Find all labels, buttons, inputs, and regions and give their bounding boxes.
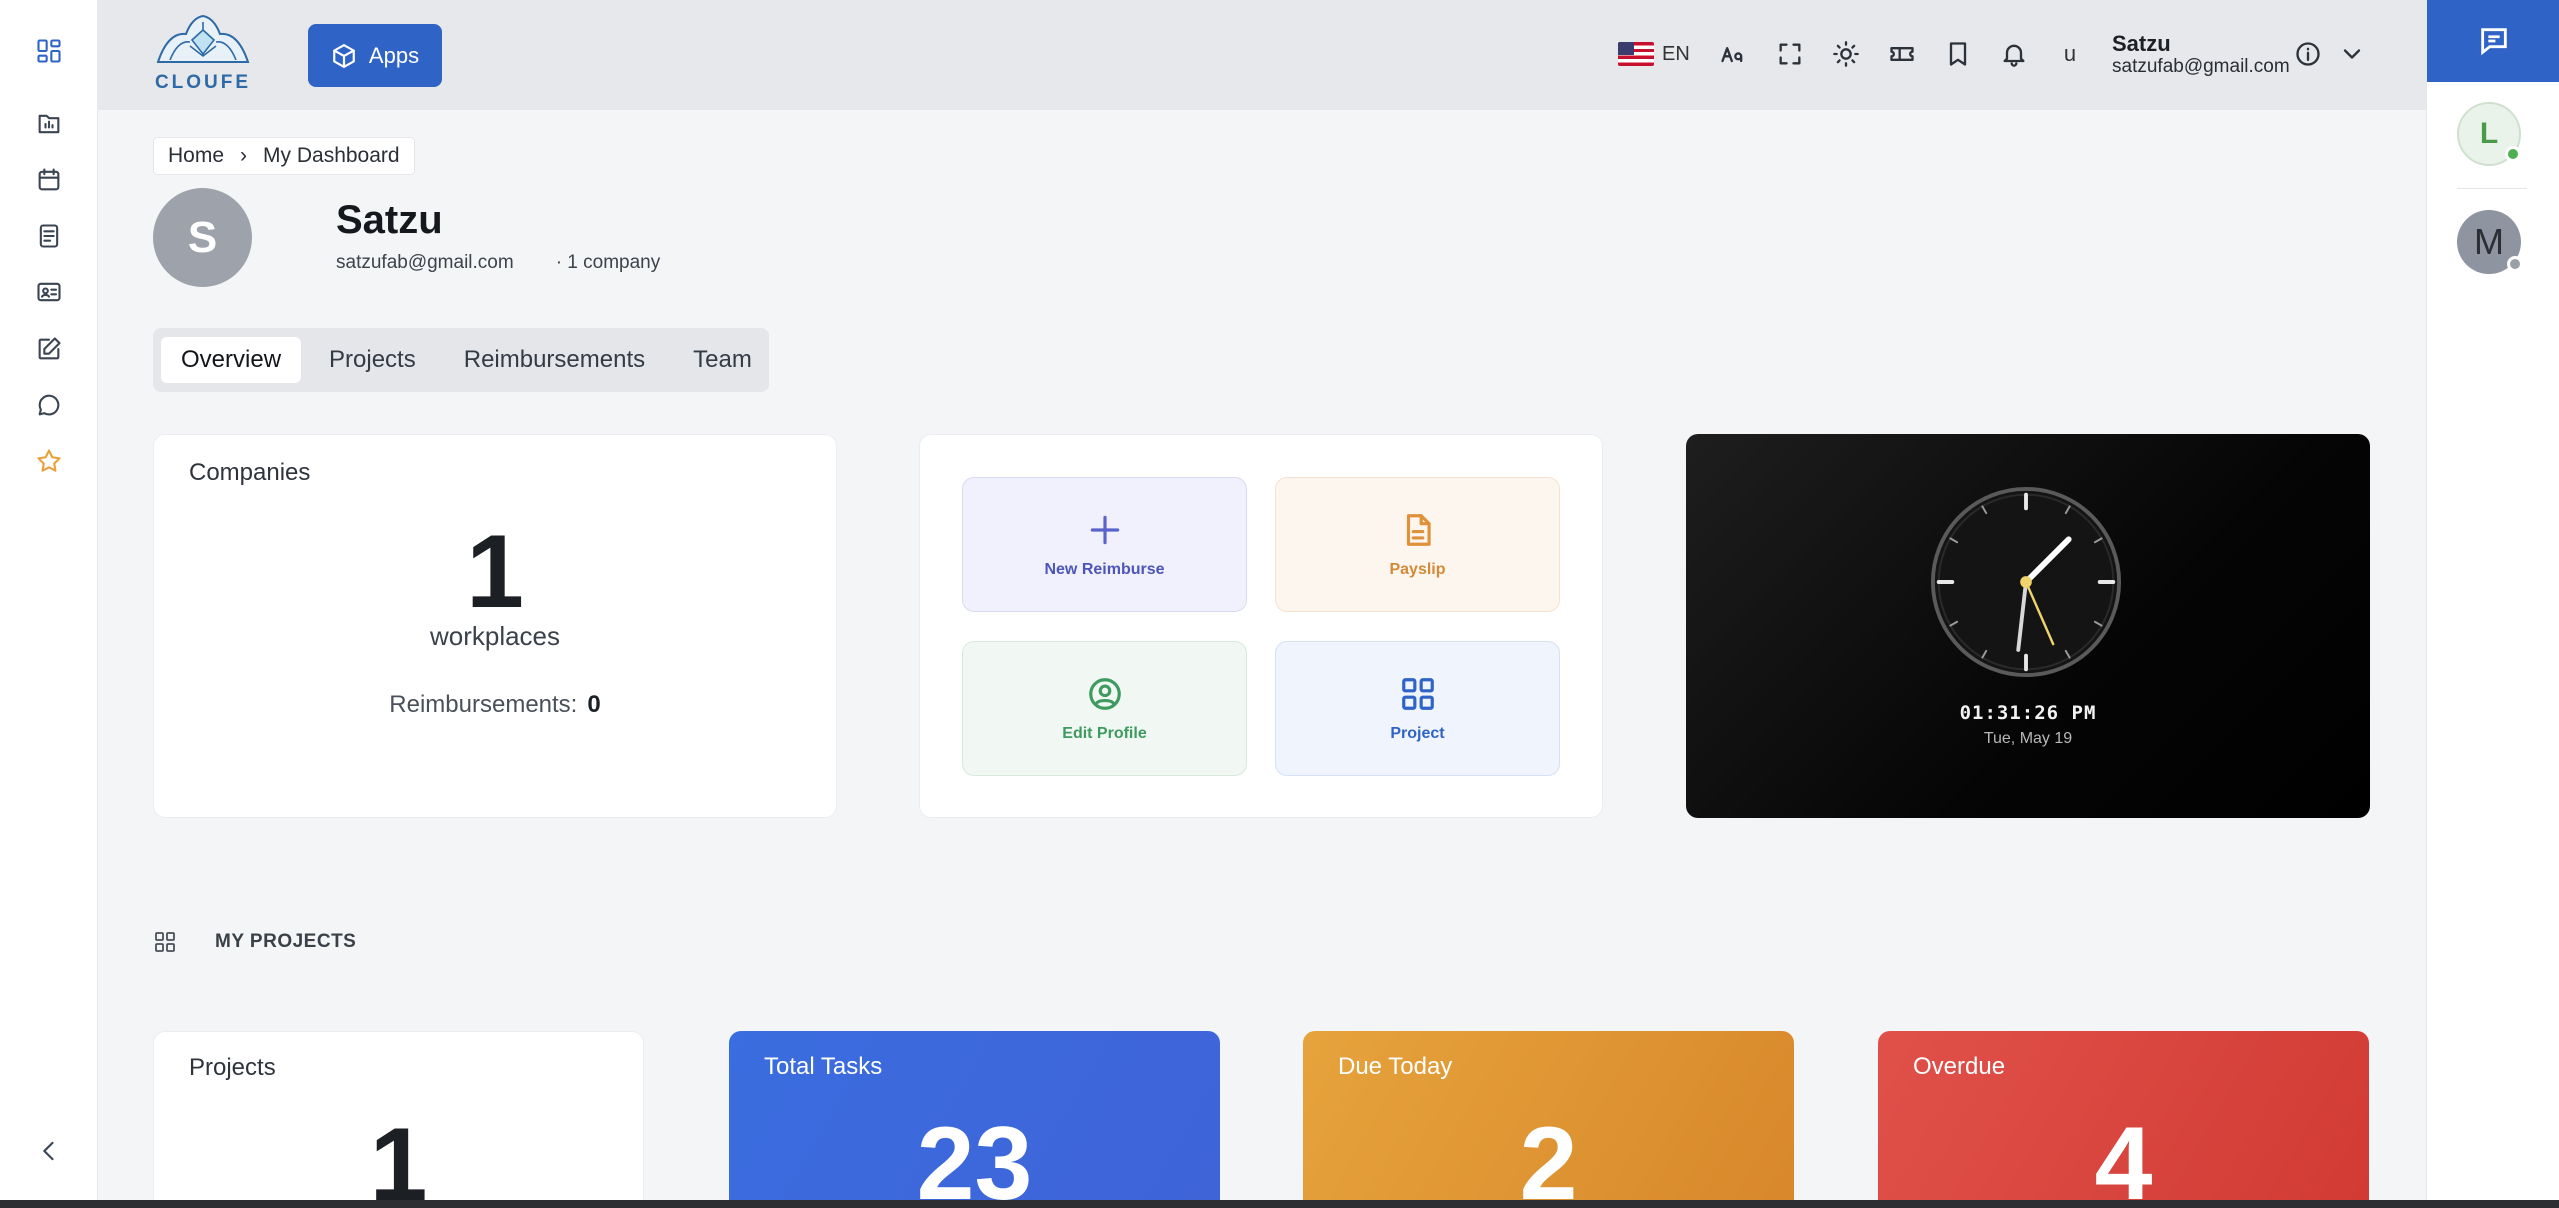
new-reimburse-label: New Reimburse — [1044, 560, 1165, 578]
profile-tabs: Overview Projects Reimbursements Team — [153, 328, 769, 392]
total-tasks-label: Total Tasks — [764, 1053, 883, 1080]
overdue-stat-card[interactable]: Overdue 4 — [1878, 1031, 2369, 1208]
profile-meta: satzufab@gmail.com · 1 company — [336, 252, 660, 274]
ticket-icon[interactable] — [1882, 34, 1922, 74]
due-today-value: 2 — [1519, 1106, 1578, 1208]
profile-email: satzufab@gmail.com — [336, 252, 514, 273]
clock-time: 01:31:26 PM — [1959, 702, 2097, 724]
tab-overview[interactable]: Overview — [161, 337, 302, 383]
grid-icon — [155, 932, 175, 952]
breadcrumb: Home › My Dashboard — [153, 137, 415, 175]
edit-profile-button[interactable]: Edit Profile — [962, 641, 1247, 776]
edit-icon[interactable] — [30, 330, 68, 368]
plus-icon — [1090, 515, 1119, 544]
messages-button[interactable] — [2427, 0, 2559, 82]
reimbursements-label: Reimbursements: — [389, 691, 578, 718]
online-status-dot — [2505, 146, 2521, 162]
project-button[interactable]: Project — [1275, 641, 1560, 776]
due-today-stat-card[interactable]: Due Today 2 — [1303, 1031, 1794, 1208]
reimbursements-value: 0 — [587, 691, 601, 718]
profile-company-count: · 1 company — [555, 252, 661, 273]
tab-team[interactable]: Team — [673, 337, 772, 383]
user-email: satzufab@gmail.com — [2112, 56, 2290, 77]
quick-actions-card: New Reimburse Payslip Edit Profile Proje… — [919, 434, 1603, 818]
document-icon[interactable] — [30, 217, 68, 255]
clock-card: 01:31:26 PM Tue, May 19 — [1686, 434, 2370, 818]
projects-stat-value: 1 — [369, 1107, 428, 1208]
user-initial[interactable]: u — [2058, 34, 2082, 74]
chevron-down-icon[interactable] — [2334, 34, 2370, 74]
payslip-button[interactable]: Payslip — [1275, 477, 1560, 612]
user-name: Satzu — [2112, 31, 2171, 56]
bell-icon[interactable] — [1994, 34, 2034, 74]
clock-date: Tue, May 19 — [1983, 730, 2073, 747]
language-selector[interactable]: EN — [1618, 34, 1690, 74]
apps-button[interactable]: Apps — [308, 24, 442, 87]
companies-title: Companies — [189, 459, 311, 486]
offline-status-dot — [2507, 256, 2523, 272]
total-tasks-stat-card[interactable]: Total Tasks 23 — [729, 1031, 1220, 1208]
chevron-left-icon[interactable] — [30, 1132, 68, 1170]
font-size-icon[interactable] — [1713, 34, 1753, 74]
divider — [2457, 188, 2527, 189]
id-card-icon[interactable] — [30, 273, 68, 311]
grid-icon — [1401, 677, 1434, 710]
user-circle-icon — [1088, 677, 1121, 710]
overdue-value: 4 — [2094, 1106, 2153, 1208]
reports-icon[interactable] — [30, 105, 68, 143]
total-tasks-value: 23 — [916, 1106, 1033, 1208]
contact-avatar-2-letter: M — [2474, 221, 2504, 262]
chat-icon[interactable] — [30, 386, 68, 424]
overdue-label: Overdue — [1913, 1053, 2006, 1080]
star-icon[interactable] — [30, 442, 68, 480]
logo-text: CLOUFE — [154, 72, 252, 93]
section-title: MY PROJECTS — [215, 931, 357, 952]
top-header: CLOUFE Apps EN u Satzu satzufab@gmail.co… — [98, 0, 2426, 110]
fullscreen-icon[interactable] — [1770, 34, 1810, 74]
right-sidebar: L M — [2426, 0, 2559, 1208]
profile-avatar: S — [153, 188, 252, 287]
user-menu[interactable]: Satzu satzufab@gmail.com — [2112, 32, 2290, 78]
contact-avatar-2[interactable]: M — [2457, 210, 2523, 274]
us-flag-icon — [1618, 42, 1654, 66]
due-today-label: Due Today — [1338, 1053, 1453, 1080]
breadcrumb-home[interactable]: Home — [168, 144, 224, 168]
reimbursements-summary: Reimbursements: 0 — [154, 691, 836, 719]
language-label: EN — [1662, 42, 1690, 65]
projects-stat-card[interactable]: Projects 1 — [153, 1031, 644, 1208]
contact-avatar-1-letter: L — [2479, 117, 2499, 150]
profile-name: Satzu — [336, 198, 443, 242]
projects-stat-label: Projects — [189, 1054, 276, 1081]
breadcrumb-separator: › — [240, 144, 248, 167]
dashboard-icon[interactable] — [30, 32, 68, 70]
companies-card: Companies 1 workplaces Reimbursements: 0 — [153, 434, 837, 818]
analog-clock — [1930, 486, 2122, 678]
companies-count: 1 — [466, 514, 524, 630]
tab-reimbursements[interactable]: Reimbursements — [444, 337, 665, 383]
payslip-label: Payslip — [1389, 560, 1446, 578]
file-icon — [1406, 513, 1431, 546]
theme-sun-icon[interactable] — [1826, 34, 1866, 74]
my-projects-header: MY PROJECTS — [153, 930, 356, 954]
breadcrumb-current: My Dashboard — [263, 144, 400, 167]
contact-avatar-1[interactable]: L — [2457, 102, 2521, 166]
edit-profile-label: Edit Profile — [1062, 724, 1147, 742]
apps-label: Apps — [368, 42, 420, 68]
bookmark-icon[interactable] — [1938, 34, 1978, 74]
new-reimburse-button[interactable]: New Reimburse — [962, 477, 1247, 612]
companies-unit: workplaces — [429, 621, 561, 651]
info-icon[interactable] — [2290, 34, 2326, 74]
logo-icon — [156, 14, 250, 63]
message-icon — [2480, 28, 2507, 56]
tab-projects[interactable]: Projects — [309, 337, 436, 383]
calendar-icon[interactable] — [30, 161, 68, 199]
left-sidebar — [0, 0, 98, 1208]
company-logo[interactable]: CLOUFE — [150, 10, 256, 94]
cube-icon — [333, 43, 355, 68]
project-label: Project — [1390, 724, 1445, 742]
bottom-edge — [0, 1200, 2559, 1208]
